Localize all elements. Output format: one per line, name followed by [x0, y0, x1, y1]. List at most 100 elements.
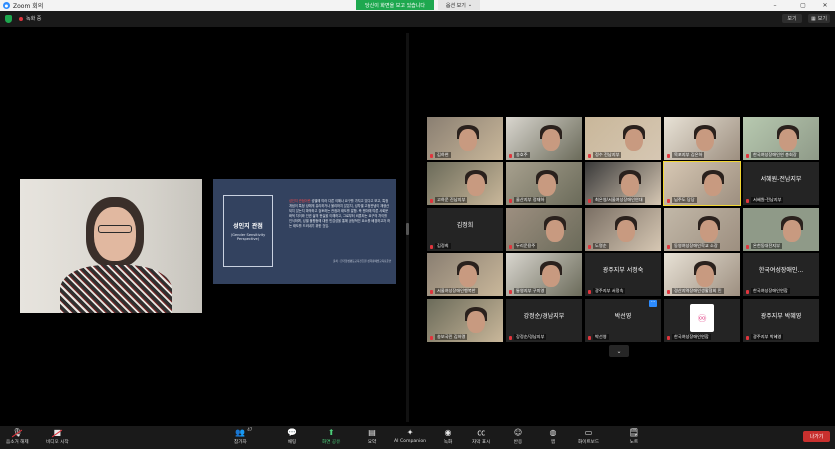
chat-icon: 💬	[287, 428, 297, 437]
participant-tile[interactable]: 정수 전남지부	[585, 117, 661, 160]
participant-tile[interactable]: 서혜원-전남지부 서혜원-전남지부	[743, 162, 819, 205]
participant-name: 한국여성장애인연 총회장	[751, 152, 799, 158]
close-button[interactable]: ✕	[817, 0, 833, 11]
mic-muted-icon	[746, 336, 749, 340]
slide-title-box: 성인지 관점 (Gender Sensitivity Perspective)	[223, 195, 273, 267]
whiteboard-icon: ▭	[584, 428, 593, 437]
participant-name: 박선영	[593, 334, 609, 340]
participant-tile[interactable]: 님주도 당당	[663, 161, 741, 206]
captions-button[interactable]: ㏄ 자막 표시	[472, 427, 490, 445]
participant-display-name: 박선영	[614, 313, 632, 320]
participant-gallery: 김하현 송호주 정수 전남지부 목포지부 김은하 한국여성장애인연 총회장고하운 진남지…	[410, 33, 835, 422]
mic-muted-icon	[588, 336, 591, 340]
view-options-button[interactable]: 옵션 보기 ⌄	[438, 0, 480, 10]
maximize-button[interactable]: ▢	[795, 0, 811, 11]
participant-tile[interactable]: 강정순/경남지부 강정순/경남지부	[506, 299, 582, 342]
notes-button[interactable]: 🗒 노트	[628, 427, 640, 445]
minimize-button[interactable]: –	[767, 0, 783, 11]
window-titlebar: ● Zoom 회의 당신이 화면을 보고 있습니다 옵션 보기 ⌄ – ▢ ✕	[0, 0, 835, 11]
panel-divider[interactable]	[406, 33, 409, 422]
apps-button[interactable]: ◍ 앱	[547, 427, 559, 445]
participant-name: 통영지부 구미영	[514, 288, 547, 294]
summary-button[interactable]: ▤ 요약	[366, 427, 378, 445]
chat-button[interactable]: 💬 채팅	[286, 427, 298, 445]
mic-muted-icon	[746, 154, 749, 158]
participant-tile[interactable]: 김정희 김정희	[427, 208, 503, 251]
mic-muted-icon	[430, 290, 433, 294]
security-shield-icon[interactable]	[5, 15, 12, 23]
smiley-icon: ☺	[513, 428, 523, 437]
mic-muted-icon	[746, 245, 749, 249]
participant-display-name: 강정순/경남지부	[523, 313, 565, 320]
participant-tile[interactable]: 최은영/서울여성장애인연대	[585, 162, 661, 205]
start-video-button[interactable]: ■ 비디오 시작	[46, 427, 69, 445]
participants-label: 참가자	[234, 440, 247, 445]
unmute-label: 음소거 해제	[6, 440, 29, 445]
view-button[interactable]: 보기	[782, 14, 802, 23]
participant-tile[interactable]: 광주지부 서정숙 광주지부 서정숙	[585, 253, 661, 296]
participant-name: 도명순	[593, 243, 609, 249]
mic-muted-icon	[430, 154, 433, 158]
recording-indicator[interactable]: 녹화 중	[19, 15, 41, 22]
mic-muted-icon	[509, 336, 512, 340]
ai-companion-button[interactable]: ✦ AI Companion	[394, 427, 426, 444]
meeting-toolbar: 🎙 음소거 해제 ■ 비디오 시작 👥47 참가자 💬 채팅 ⬆ 화면 공유 ▤…	[0, 426, 835, 449]
reactions-label: 반응	[513, 440, 523, 445]
participant-tile[interactable]: 도명순	[585, 208, 661, 251]
participant-tile[interactable]: 한국여성장애인... 한국여성장애인연합	[743, 253, 819, 296]
gallery-next-page-button[interactable]: ⌄	[609, 345, 629, 357]
mic-muted-icon	[509, 154, 512, 158]
participant-name: 님주도 당당	[672, 197, 697, 203]
record-button[interactable]: ◉ 녹화	[442, 427, 454, 445]
participant-name: 최은영/서울여성장애인연대	[593, 197, 645, 203]
mic-muted-icon	[430, 245, 433, 249]
participant-tile[interactable]: 목포지부 김은하	[664, 117, 740, 160]
participant-tile[interactable]: 동영여성장애인학교 소장	[664, 208, 740, 251]
participant-display-name: 한국여성장애인...	[758, 267, 804, 274]
gallery-view-button[interactable]: ▦ 보기	[808, 14, 830, 23]
notes-label: 노트	[629, 440, 639, 445]
reactions-button[interactable]: ☺ 반응	[512, 427, 524, 445]
participant-tile[interactable]: 한국여성장애인연 총회장	[743, 117, 819, 160]
participants-count: 47	[247, 427, 253, 432]
participant-tile[interactable]: 울산지부 정재하	[506, 162, 582, 205]
participant-tile[interactable]: 온천동대전지부	[743, 208, 819, 251]
participant-name: 한국여성장애인연합	[751, 288, 790, 294]
more-options-icon[interactable]: ···	[649, 300, 657, 307]
participant-tile[interactable]: 김하현	[427, 117, 503, 160]
participant-tile[interactable]: 통영지부 구미영	[506, 253, 582, 296]
participant-name: 서울여성장애인행복한	[435, 288, 478, 294]
summary-label: 요약	[367, 440, 377, 445]
meeting-info-bar: 녹화 중 보기 ▦ 보기	[0, 11, 835, 27]
mic-muted-icon	[588, 154, 591, 158]
whiteboard-button[interactable]: ▭ 화이트보드	[578, 427, 599, 445]
resize-handle-icon[interactable]	[406, 223, 409, 235]
participant-tile[interactable]: 송호주	[506, 117, 582, 160]
participant-tile[interactable]: ♾ 한국여성장애인연합	[664, 299, 740, 342]
mic-muted-icon	[667, 290, 670, 294]
participant-name: 고하운 진남지부	[435, 197, 468, 203]
unmute-button[interactable]: 🎙 음소거 해제	[6, 427, 29, 445]
shared-content-stage: 성인지 관점 (Gender Sensitivity Perspective) …	[2, 33, 407, 422]
participant-tile[interactable]: 고하운 진남지부	[427, 162, 503, 205]
presenter-video	[20, 179, 202, 313]
participants-button[interactable]: 👥 47 참가자	[234, 427, 252, 445]
apps-icon: ◍	[549, 428, 557, 437]
participant-tile[interactable]: 송보국민 김하명	[427, 299, 503, 342]
leave-button[interactable]: 나가기	[803, 431, 830, 442]
chat-label: 채팅	[287, 440, 297, 445]
mic-muted-icon: 🎙	[11, 427, 23, 438]
participant-tile[interactable]: 두리운용주	[506, 208, 582, 251]
participant-tile[interactable]: 광주지부 박혜영 광주지부 박혜영	[743, 299, 819, 342]
participant-name: 동영여성장애인학교 소장	[672, 243, 720, 249]
share-screen-button[interactable]: ⬆ 화면 공유	[322, 427, 340, 445]
captions-label: 자막 표시	[472, 440, 491, 445]
cc-icon: ㏄	[477, 428, 486, 437]
view-button-label: 보기	[787, 16, 797, 22]
participant-tile[interactable]: 경산지역장애인생활협회 민	[664, 253, 740, 296]
video-off-icon: ■	[51, 427, 63, 438]
whiteboard-label: 화이트보드	[578, 440, 600, 445]
participant-name: 송보국민 김하명	[435, 334, 468, 340]
summary-icon: ▤	[368, 428, 376, 437]
participant-tile[interactable]: 서울여성장애인행복한	[427, 253, 503, 296]
